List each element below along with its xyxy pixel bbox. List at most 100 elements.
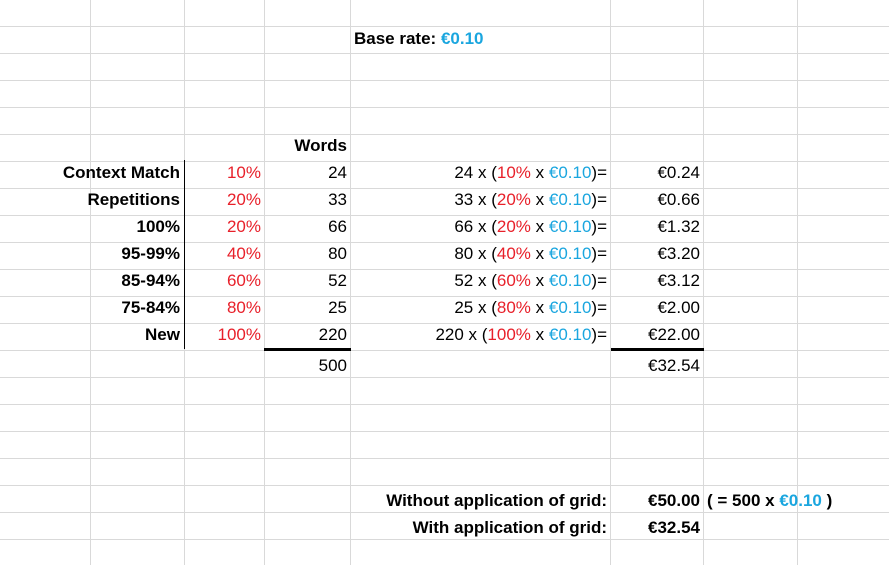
spreadsheet-grid[interactable]: Base rate: €0.10 Words Context Match 10% 2… <box>0 0 889 565</box>
without-grid-label[interactable]: Without application of grid: <box>264 488 610 514</box>
formula-words: 52 <box>454 271 474 290</box>
row-label[interactable]: Repetitions <box>0 187 183 213</box>
formula-rate: €0.10 <box>548 271 592 290</box>
base-rate-label: Base rate: <box>354 29 437 48</box>
formula-close: )= <box>591 163 607 182</box>
formula-rate: €0.10 <box>548 244 592 263</box>
formula-times: x <box>530 190 549 209</box>
formula-open: x ( <box>473 163 497 182</box>
formula-close: )= <box>591 271 607 290</box>
row-cost[interactable]: €3.12 <box>611 268 703 294</box>
formula-words: 25 <box>454 298 474 317</box>
formula-times: x <box>530 163 549 182</box>
formula-percent: 80% <box>496 298 531 317</box>
row-words[interactable]: 52 <box>264 268 350 294</box>
base-rate-cell[interactable]: Base rate: €0.10 <box>351 26 611 52</box>
row-formula[interactable]: 220 x (100% x €0.10)= <box>351 322 610 348</box>
formula-close: )= <box>591 298 607 317</box>
row-percent[interactable]: 10% <box>185 160 264 186</box>
row-label[interactable]: 75-84% <box>0 295 183 321</box>
row-words[interactable]: 24 <box>264 160 350 186</box>
formula-rate: €0.10 <box>548 298 592 317</box>
row-cost[interactable]: €3.20 <box>611 241 703 267</box>
without-grid-note-suffix: ) <box>821 491 833 510</box>
row-cost[interactable]: €1.32 <box>611 214 703 240</box>
row-formula[interactable]: 52 x (60% x €0.10)= <box>351 268 610 294</box>
formula-percent: 100% <box>487 325 531 344</box>
row-percent[interactable]: 20% <box>185 214 264 240</box>
words-header[interactable]: Words <box>264 133 350 159</box>
grid-row-line <box>0 80 889 81</box>
formula-words: 220 <box>435 325 464 344</box>
with-grid-label[interactable]: With application of grid: <box>264 515 610 541</box>
grid-column-line <box>703 0 704 565</box>
without-grid-note[interactable]: ( = 500 x €0.10 ) <box>704 488 884 514</box>
row-label[interactable]: 95-99% <box>0 241 183 267</box>
without-grid-note-prefix: ( = 500 x <box>707 491 780 510</box>
grid-row-line <box>0 134 889 135</box>
formula-open: x ( <box>473 190 497 209</box>
formula-close: )= <box>591 244 607 263</box>
row-label[interactable]: 100% <box>0 214 183 240</box>
row-percent[interactable]: 20% <box>185 187 264 213</box>
row-cost[interactable]: €0.24 <box>611 160 703 186</box>
row-words[interactable]: 66 <box>264 214 350 240</box>
row-label[interactable]: Context Match <box>0 160 183 186</box>
formula-percent: 40% <box>496 244 531 263</box>
with-grid-value[interactable]: €32.54 <box>611 515 703 541</box>
formula-percent: 20% <box>496 217 531 236</box>
row-words[interactable]: 80 <box>264 241 350 267</box>
row-percent[interactable]: 80% <box>185 295 264 321</box>
row-cost[interactable]: €2.00 <box>611 295 703 321</box>
formula-words: 24 <box>454 163 474 182</box>
row-formula[interactable]: 25 x (80% x €0.10)= <box>351 295 610 321</box>
cost-total-underline <box>611 348 704 351</box>
formula-open: x ( <box>473 244 497 263</box>
grid-row-line <box>0 350 889 351</box>
formula-times: x <box>530 217 549 236</box>
formula-words: 66 <box>454 217 474 236</box>
formula-close: )= <box>591 325 607 344</box>
formula-percent: 10% <box>496 163 531 182</box>
total-cost-cell[interactable]: €32.54 <box>611 353 703 379</box>
total-words-cell[interactable]: 500 <box>264 353 350 379</box>
row-percent[interactable]: 60% <box>185 268 264 294</box>
formula-percent: 20% <box>496 190 531 209</box>
without-grid-value[interactable]: €50.00 <box>611 488 703 514</box>
row-words[interactable]: 220 <box>264 322 350 348</box>
grid-column-line <box>797 0 798 565</box>
formula-open: x ( <box>473 298 497 317</box>
grid-row-line <box>0 404 889 405</box>
row-label[interactable]: 85-94% <box>0 268 183 294</box>
row-label[interactable]: New <box>0 322 183 348</box>
grid-row-line <box>0 377 889 378</box>
words-total-underline <box>264 348 351 351</box>
formula-rate: €0.10 <box>548 163 592 182</box>
row-cost[interactable]: €0.66 <box>611 187 703 213</box>
without-grid-note-rate: €0.10 <box>779 491 822 510</box>
row-percent[interactable]: 100% <box>185 322 264 348</box>
row-percent[interactable]: 40% <box>185 241 264 267</box>
grid-row-line <box>0 458 889 459</box>
row-cost[interactable]: €22.00 <box>611 322 703 348</box>
row-words[interactable]: 25 <box>264 295 350 321</box>
row-formula[interactable]: 80 x (40% x €0.10)= <box>351 241 610 267</box>
formula-rate: €0.10 <box>548 325 592 344</box>
formula-open: x ( <box>473 271 497 290</box>
formula-open: x ( <box>463 325 488 344</box>
row-formula[interactable]: 66 x (20% x €0.10)= <box>351 214 610 240</box>
formula-close: )= <box>591 217 607 236</box>
formula-close: )= <box>591 190 607 209</box>
formula-times: x <box>530 325 549 344</box>
row-words[interactable]: 33 <box>264 187 350 213</box>
row-formula[interactable]: 33 x (20% x €0.10)= <box>351 187 610 213</box>
formula-open: x ( <box>473 217 497 236</box>
formula-times: x <box>530 298 549 317</box>
grid-row-line <box>0 431 889 432</box>
row-formula[interactable]: 24 x (10% x €0.10)= <box>351 160 610 186</box>
base-rate-value: €0.10 <box>440 29 484 48</box>
formula-times: x <box>530 271 549 290</box>
formula-percent: 60% <box>496 271 531 290</box>
grid-row-line <box>0 485 889 486</box>
grid-row-line <box>0 107 889 108</box>
